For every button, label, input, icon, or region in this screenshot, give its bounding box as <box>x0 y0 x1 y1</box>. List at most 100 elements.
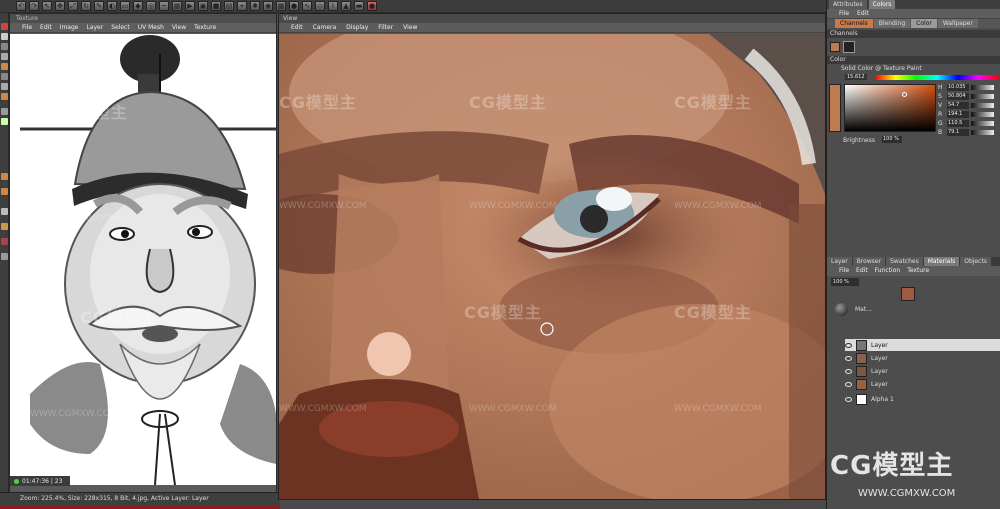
slider-bar[interactable] <box>971 94 994 99</box>
eye-icon[interactable] <box>845 342 852 348</box>
right-menu-edit[interactable]: Edit <box>857 9 869 18</box>
slider-bar[interactable] <box>971 121 994 126</box>
layer-opacity-field[interactable]: 100 % <box>831 278 859 286</box>
clone-tool-icon[interactable]: ◎ <box>146 1 156 11</box>
tab-materials[interactable]: Materials <box>923 257 960 266</box>
view-menu-camera[interactable]: Camera <box>313 23 337 32</box>
model-tool-icon[interactable] <box>1 173 8 180</box>
pointer-icon[interactable] <box>1 33 8 40</box>
texture-menu-file[interactable]: File <box>22 23 32 32</box>
slider-value[interactable]: 54.7 <box>947 102 969 109</box>
texture-mode-icon[interactable]: ▤ <box>224 1 234 11</box>
tab-swatches[interactable]: Swatches <box>886 257 923 266</box>
eraser-tool-icon[interactable]: ▭ <box>120 1 130 11</box>
view-menu-display[interactable]: Display <box>346 23 368 32</box>
edge-icon[interactable] <box>1 73 8 80</box>
tab-layer[interactable]: Layer <box>827 257 852 266</box>
layer-menu-texture[interactable]: Texture <box>907 266 929 276</box>
color-picker-handle[interactable] <box>902 92 907 97</box>
record-icon[interactable]: ● <box>367 1 377 11</box>
slider-value[interactable]: 10.035 <box>947 84 969 91</box>
current-color-swatch[interactable] <box>829 84 841 132</box>
eye-icon[interactable] <box>845 355 852 361</box>
sculpt-tool-icon[interactable] <box>1 188 8 195</box>
brush-tool-icon[interactable]: ✎ <box>94 1 104 11</box>
slider-value[interactable]: 79.1 <box>947 129 969 136</box>
layer-row[interactable]: Layer <box>845 339 1000 351</box>
scale-tool-icon[interactable]: ⤢ <box>68 1 78 11</box>
redo-icon[interactable]: ↷ <box>29 1 39 11</box>
layer-mask-icon[interactable]: ▦ <box>172 1 182 11</box>
spline-icon[interactable]: ∿ <box>302 1 312 11</box>
workplane-icon[interactable] <box>1 208 8 215</box>
tab-wallpaper[interactable]: Wallpaper <box>937 19 978 28</box>
texture-menu-select[interactable]: Select <box>111 23 130 32</box>
fill-tool-icon[interactable]: ◆ <box>133 1 143 11</box>
slider-s[interactable]: S 50.804 <box>938 93 994 100</box>
slider-bar[interactable] <box>971 112 994 117</box>
rect-select-icon[interactable] <box>1 53 8 60</box>
material-preview[interactable] <box>901 287 915 301</box>
slider-h[interactable]: H 10.035 <box>938 84 994 91</box>
slider-r[interactable]: R 194.1 <box>938 111 994 118</box>
deformer-icon[interactable]: ⌇ <box>328 1 338 11</box>
layer-menu-edit[interactable]: Edit <box>856 266 868 276</box>
tab-colors[interactable]: Colors <box>868 0 896 9</box>
brightness-value[interactable]: 100 % <box>882 136 902 143</box>
layer-row[interactable]: Layer <box>845 365 1000 377</box>
tab-objects[interactable]: Objects <box>960 257 991 266</box>
texture-menu-layer[interactable]: Layer <box>86 23 103 32</box>
color-channel-swatch[interactable] <box>830 42 840 52</box>
slider-bar[interactable] <box>971 85 994 90</box>
right-menu-file[interactable]: File <box>839 9 849 18</box>
floor-icon[interactable]: ▬ <box>354 1 364 11</box>
tab-browser[interactable]: Browser <box>852 257 886 266</box>
render-view-icon[interactable]: ▣ <box>198 1 208 11</box>
color-picker-field[interactable] <box>844 84 936 132</box>
move-tool-icon[interactable]: ✥ <box>55 1 65 11</box>
slider-value[interactable]: 110.5 <box>947 120 969 127</box>
polygon-icon[interactable] <box>1 63 8 70</box>
layer-row[interactable]: Layer <box>845 378 1000 390</box>
hue-strip[interactable] <box>875 75 999 80</box>
tab-channels[interactable]: Channels <box>835 19 873 28</box>
live-select-icon[interactable] <box>1 43 8 50</box>
texture-menu-view[interactable]: View <box>172 23 186 32</box>
uv-icon[interactable] <box>1 93 8 100</box>
view-menu-filter[interactable]: Filter <box>378 23 393 32</box>
texture-menu-uvmesh[interactable]: UV Mesh <box>138 23 164 32</box>
layer-row[interactable]: Alpha 1 <box>845 393 1000 405</box>
paint-tool-icon[interactable]: ◐ <box>107 1 117 11</box>
view-menu-view[interactable]: View <box>403 23 417 32</box>
solo-icon[interactable] <box>1 238 8 245</box>
lock-icon[interactable] <box>1 223 8 230</box>
slider-bar[interactable] <box>971 130 994 135</box>
slider-b[interactable]: B 79.1 <box>938 129 994 136</box>
texture-menu-texture[interactable]: Texture <box>194 23 216 32</box>
texture-axis-icon[interactable] <box>1 118 8 125</box>
slider-bar[interactable] <box>971 103 994 108</box>
rotate-tool-icon[interactable]: ↻ <box>81 1 91 11</box>
nurbs-icon[interactable]: ◇ <box>315 1 325 11</box>
point-icon[interactable] <box>1 83 8 90</box>
light-icon[interactable]: ✺ <box>250 1 260 11</box>
eye-icon[interactable] <box>845 381 852 387</box>
texture-menu-edit[interactable]: Edit <box>40 23 52 32</box>
view-menu-edit[interactable]: Edit <box>291 23 303 32</box>
camera-icon[interactable]: ◉ <box>263 1 273 11</box>
paint-mode-icon[interactable] <box>1 108 8 115</box>
tab-attributes[interactable]: Attributes <box>829 0 867 9</box>
undo-icon[interactable]: ↶ <box>16 1 26 11</box>
select-tool-icon[interactable]: ↖ <box>42 1 52 11</box>
scene-icon[interactable]: ▲ <box>341 1 351 11</box>
render-icon[interactable]: ▶ <box>185 1 195 11</box>
tab-color[interactable]: Color <box>911 19 937 28</box>
brush-icon[interactable] <box>1 23 8 30</box>
material-sphere-icon[interactable] <box>835 303 848 316</box>
sphere-icon[interactable]: ● <box>289 1 299 11</box>
hex-field[interactable]: 15.612 <box>845 74 867 80</box>
slider-v[interactable]: V 54.7 <box>938 102 994 109</box>
smudge-tool-icon[interactable]: ~ <box>159 1 169 11</box>
eye-icon[interactable] <box>845 396 852 402</box>
texture-thumb[interactable] <box>843 41 855 53</box>
